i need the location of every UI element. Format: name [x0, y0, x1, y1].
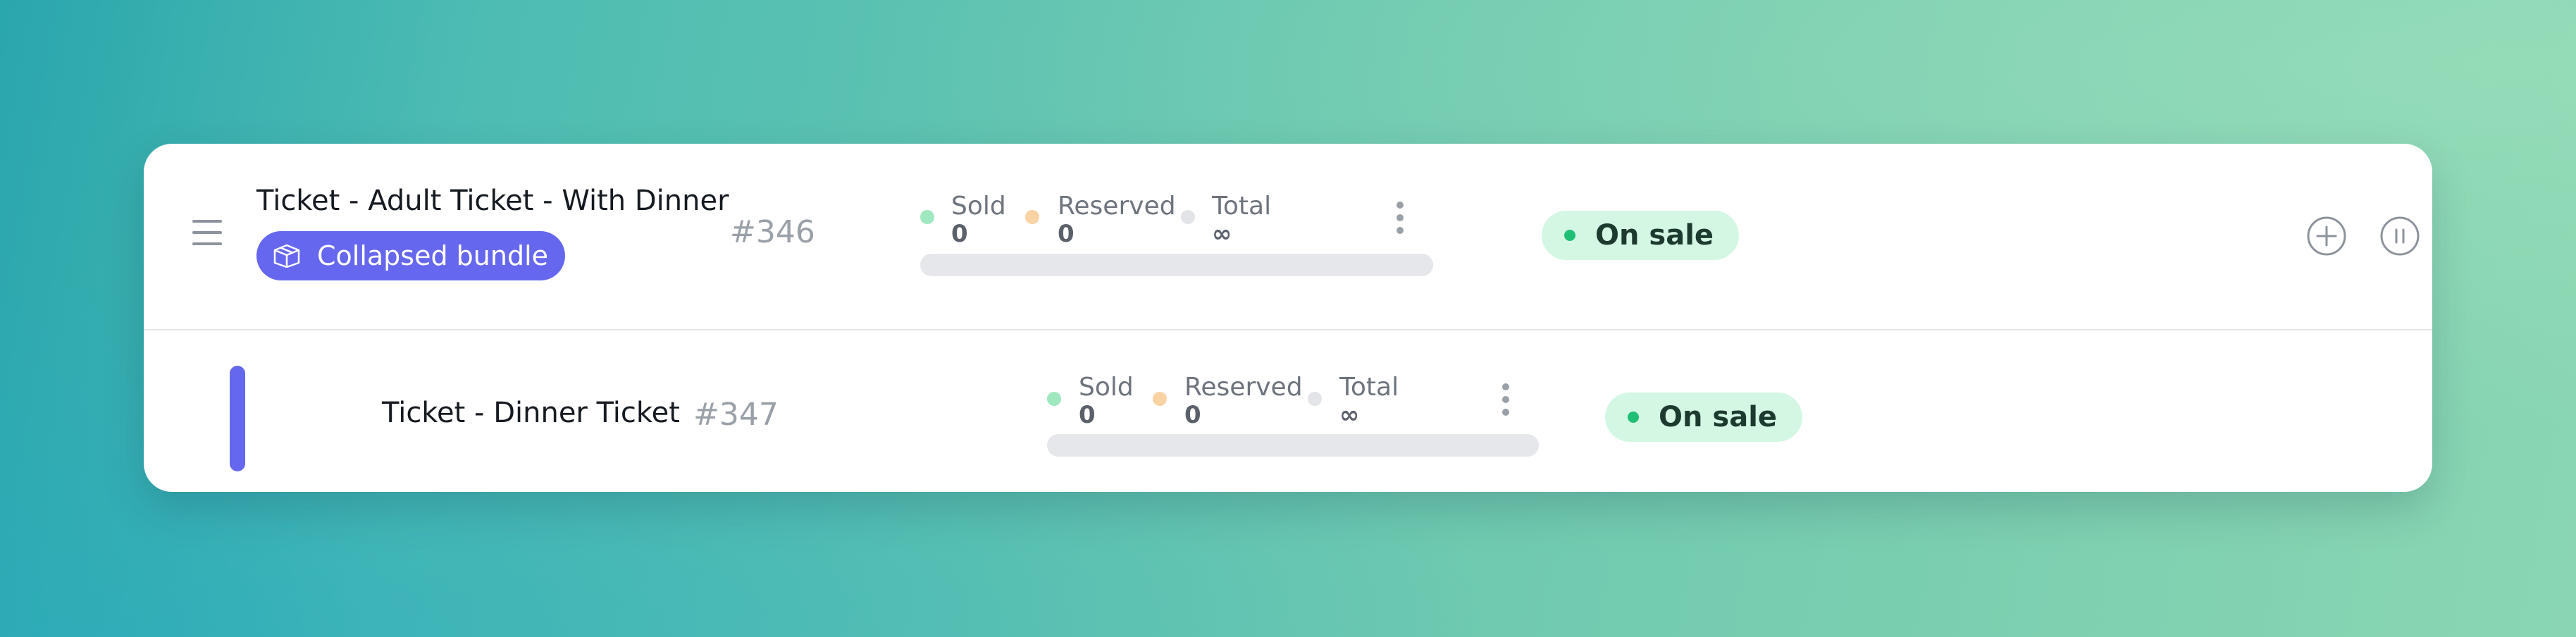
reserved-dot-icon [1153, 392, 1167, 406]
total-label: Total [1212, 192, 1272, 221]
sold-label: Sold [1079, 373, 1134, 402]
reserved-value: 0 [1058, 220, 1075, 248]
ticket-list-card: Ticket - Adult Ticket - With Dinner Coll… [144, 144, 2432, 492]
total-value: ∞ [1212, 220, 1232, 248]
total-dot-icon [1308, 392, 1322, 406]
collapsed-bundle-badge[interactable]: Collapsed bundle [256, 231, 566, 280]
ticket-row[interactable]: Ticket - Dinner Ticket #347 Sold 0 Reser… [144, 330, 2432, 492]
total-dot-icon [1181, 210, 1195, 224]
ticket-title: Ticket - Dinner Ticket [382, 397, 680, 429]
ticket-title: Ticket - Adult Ticket - With Dinner [256, 185, 729, 217]
package-icon [273, 244, 300, 268]
ticket-id: #346 [730, 214, 815, 250]
sold-label: Sold [951, 192, 1006, 221]
pause-icon[interactable] [2379, 216, 2420, 256]
status-dot-icon [1628, 412, 1639, 423]
reserved-label: Reserved [1058, 192, 1176, 221]
bundle-child-indicator [230, 366, 245, 471]
sales-progress-bar [920, 254, 1433, 276]
sold-dot-icon [920, 210, 934, 224]
status-badge: On sale [1542, 211, 1740, 260]
ticket-id: #347 [693, 397, 779, 433]
status-label: On sale [1659, 401, 1778, 433]
reserved-dot-icon [1025, 210, 1039, 224]
status-label: On sale [1595, 219, 1714, 252]
sold-value: 0 [1079, 401, 1096, 429]
total-label: Total [1339, 373, 1399, 402]
more-options-icon[interactable] [1502, 383, 1509, 421]
status-dot-icon [1564, 230, 1575, 241]
sales-progress-bar [1047, 434, 1539, 457]
more-options-icon[interactable] [1397, 202, 1404, 240]
reserved-value: 0 [1184, 401, 1201, 429]
add-icon[interactable] [2306, 216, 2347, 256]
drag-handle-icon[interactable] [192, 220, 222, 245]
badge-label: Collapsed bundle [317, 240, 549, 271]
status-badge: On sale [1605, 392, 1803, 442]
reserved-label: Reserved [1184, 373, 1303, 402]
total-value: ∞ [1339, 401, 1360, 429]
ticket-row[interactable]: Ticket - Adult Ticket - With Dinner Coll… [144, 144, 2432, 330]
sold-value: 0 [951, 220, 968, 248]
sold-dot-icon [1047, 392, 1061, 406]
